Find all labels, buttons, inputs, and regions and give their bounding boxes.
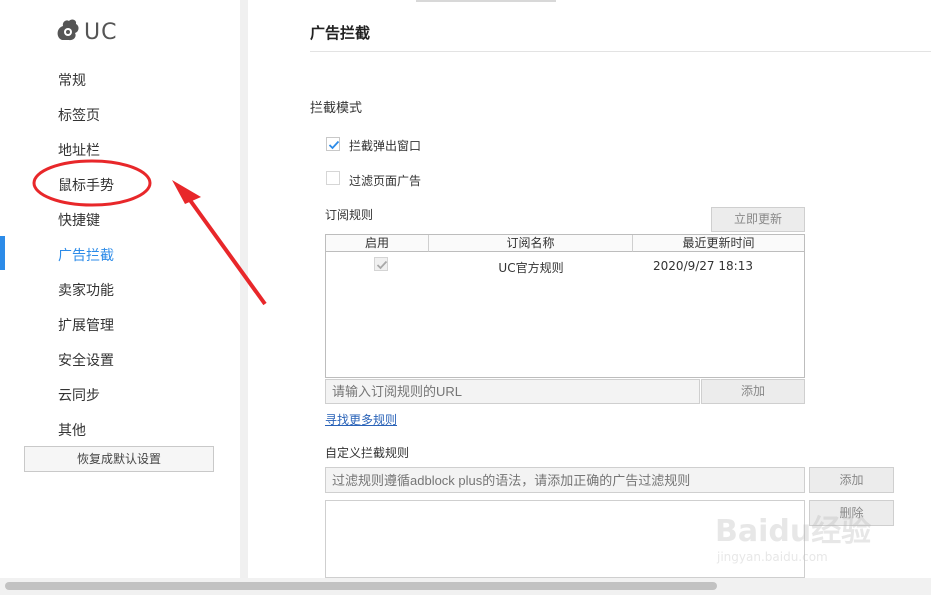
sidebar-item-tabs[interactable]: 标签页 [58,105,100,125]
custom-rule-input[interactable] [325,467,805,493]
row-updated: 2020/9/27 18:13 [653,259,753,273]
checkmark-icon [328,140,340,150]
custom-add-button[interactable]: 添加 [809,467,894,493]
popup-block-label: 拦截弹出窗口 [349,139,422,153]
sidebar-item-addressbar[interactable]: 地址栏 [58,140,100,160]
column-header-name[interactable]: 订阅名称 [429,235,633,252]
column-header-updated[interactable]: 最近更新时间 [633,235,804,252]
sidebar-item-general[interactable]: 常规 [58,70,86,90]
sidebar-item-adblock[interactable]: 广告拦截 [58,245,114,265]
row-enabled-checkbox[interactable] [374,257,388,271]
settings-sidebar: UC 常规 标签页 地址栏 鼠标手势 快捷键 广告拦截 卖家功能 扩展管理 安全… [0,0,240,578]
custom-rules-label: 自定义拦截规则 [325,446,410,460]
top-strip [416,0,556,2]
brand-name: UC [84,20,118,45]
custom-delete-button[interactable]: 删除 [809,500,894,526]
sidebar-item-seller[interactable]: 卖家功能 [58,280,114,300]
table-row[interactable]: UC官方规则 2020/9/27 18:13 [326,255,804,277]
mode-label: 拦截模式 [310,101,363,116]
sidebar-item-mouse-gestures[interactable]: 鼠标手势 [58,175,114,195]
column-header-enabled[interactable]: 启用 [326,235,429,252]
sidebar-item-cloud-sync[interactable]: 云同步 [58,385,100,405]
sidebar-item-shortcuts[interactable]: 快捷键 [58,210,100,230]
sidebar-item-other[interactable]: 其他 [58,420,86,440]
row-name: UC官方规则 [498,261,564,275]
uc-logo: UC [54,14,124,48]
find-more-rules-link[interactable]: 寻找更多规则 [325,411,397,428]
update-now-button[interactable]: 立即更新 [711,207,805,232]
page-ad-filter-checkbox[interactable] [326,171,340,185]
subscription-add-button[interactable]: 添加 [701,379,805,404]
title-divider [310,51,931,52]
subscription-url-input[interactable] [325,379,700,404]
sidebar-item-security[interactable]: 安全设置 [58,350,114,370]
active-indicator [0,236,5,270]
horizontal-scrollbar-thumb[interactable] [5,582,717,590]
page-ad-filter-label: 过滤页面广告 [349,174,422,188]
sidebar-divider [240,0,248,578]
custom-rules-list[interactable] [325,500,805,578]
subscription-table: 启用 订阅名称 最近更新时间 UC官方规则 2020/9/27 18:13 [325,234,805,378]
restore-defaults-button[interactable]: 恢复成默认设置 [24,446,214,472]
popup-block-checkbox[interactable] [326,137,340,151]
squirrel-icon [57,19,79,41]
page-title: 广告拦截 [310,24,371,42]
checkmark-icon [376,260,388,270]
subscription-label: 订阅规则 [325,208,374,222]
sidebar-item-extensions[interactable]: 扩展管理 [58,315,114,335]
